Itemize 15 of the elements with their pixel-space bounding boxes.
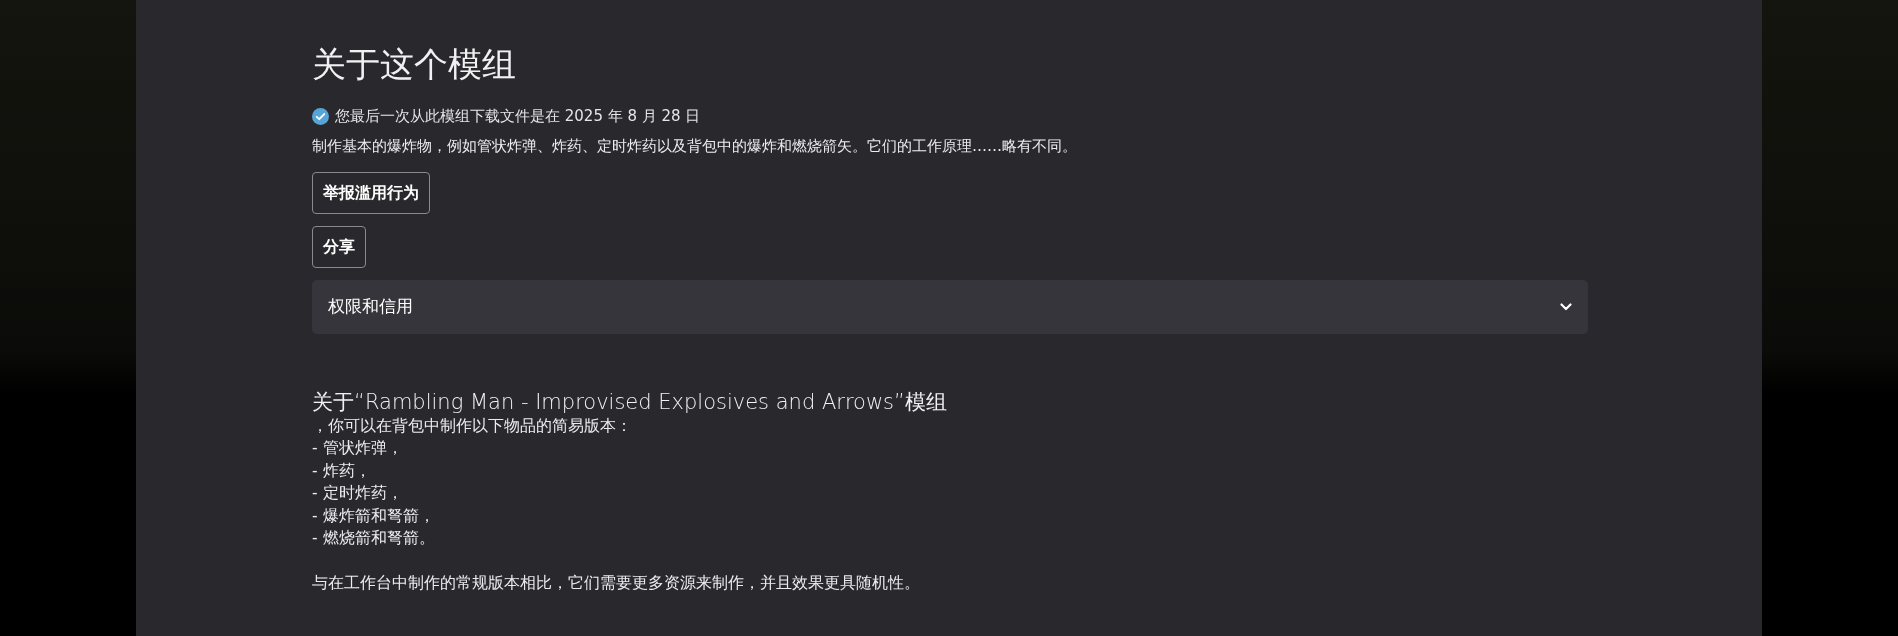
section-heading: 关于“Rambling Man - Improvised Explosives and Arrows”模组 (312, 389, 948, 415)
text-line: 与在工作台中制作的常规版本相比，它们需要更多资源来制作，并且效果更具随机性。 (312, 573, 921, 594)
report-button[interactable]: 举报滥用行为 (312, 171, 430, 214)
text-line: - 燃烧箭和弩箭。 (312, 528, 436, 550)
chevron-icon (1560, 302, 1572, 311)
text-line: - 定时炸药， (312, 483, 404, 505)
text-line: - 管状炸弹， (312, 438, 404, 460)
share-button[interactable]: 分享 (312, 225, 366, 268)
download-notice: 您最后一次从此模组下载文件是在 2025 年 8 月 28 日 (335, 105, 701, 127)
accordion-header[interactable]: 权限和信用 (312, 279, 1588, 334)
page-title: 关于这个模组 (312, 44, 517, 85)
text-line: - 爆炸箭和弩箭， (312, 506, 436, 527)
text-line: ，你可以在背包中制作以下物品的简易版本： (312, 416, 633, 437)
description: 制作基本的爆炸物，例如管状炸弹、炸药、定时炸药以及背包中的爆炸和燃烧箭矢。它们的工作原理……略有不同。 (312, 136, 1078, 158)
text-line: - 炸药， (312, 461, 372, 482)
